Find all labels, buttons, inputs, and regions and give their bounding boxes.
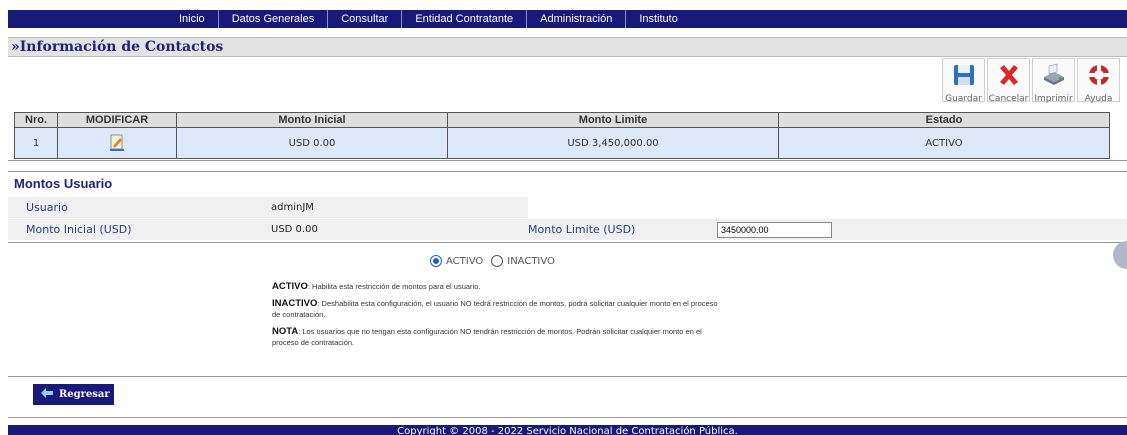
- col-header-estado: Estado: [778, 112, 1110, 128]
- cell-modificar: [57, 127, 177, 159]
- col-header-monto-inicial: Monto Inicial: [176, 112, 448, 128]
- cancel-icon: [996, 62, 1022, 91]
- nav-item-datos-generales[interactable]: Datos Generales: [219, 10, 329, 28]
- divider: [8, 160, 1127, 161]
- note-activo-title: ACTIVO: [272, 281, 308, 292]
- page-title: »Información de Contactos: [11, 39, 224, 55]
- radio-inactivo-label: INACTIVO: [507, 255, 555, 267]
- help-icon: [1086, 62, 1112, 91]
- divider: [8, 171, 1127, 172]
- save-icon: [951, 62, 977, 91]
- usuario-label: Usuario: [26, 201, 68, 214]
- cell-monto-limite: USD 3,450,000.00: [447, 127, 779, 159]
- table-row: 1 USD 0.00 USD 3,450,000.00 ACTIVO: [14, 127, 1110, 159]
- side-panel-handle[interactable]: [1113, 241, 1127, 269]
- divider: [8, 417, 1127, 418]
- footer-text: Copyright © 2008 - 2022 Servicio Naciona…: [397, 426, 738, 435]
- print-icon: [1041, 62, 1067, 91]
- radio-inactivo[interactable]: [491, 255, 504, 267]
- radio-activo-label: ACTIVO: [446, 255, 484, 267]
- usuario-value: adminJM: [271, 202, 314, 213]
- footer: Copyright © 2008 - 2022 Servicio Naciona…: [8, 425, 1127, 435]
- title-bar: »Información de Contactos: [8, 37, 1127, 57]
- usuario-row-bg: [8, 197, 528, 218]
- cancel-button[interactable]: Cancelar: [987, 58, 1030, 104]
- montos-table: Nro. MODIFICAR Monto Inicial Monto Limit…: [14, 112, 1110, 159]
- back-button-label: Regresar: [59, 389, 110, 400]
- edit-icon[interactable]: [109, 134, 125, 152]
- divider: [8, 242, 1127, 243]
- note-inactivo: INACTIVO: Deshabilita esta configuración…: [272, 298, 718, 320]
- top-navigation: Inicio Datos Generales Consultar Entidad…: [8, 10, 1127, 28]
- page-frame: Inicio Datos Generales Consultar Entidad…: [8, 0, 1127, 435]
- toolbar: Guardar Cancelar Imprimir Ayuda: [942, 58, 1120, 104]
- montos-row: Monto Inicial (USD) USD 0.00 Monto Limit…: [8, 219, 1127, 240]
- note-nota-text: : Los usuarios que no tengan esta config…: [272, 327, 702, 347]
- cell-nro: 1: [14, 127, 58, 159]
- radio-activo[interactable]: [430, 255, 442, 267]
- arrow-left-icon: [41, 388, 53, 401]
- note-nota-title: NOTA: [272, 326, 299, 337]
- monto-limite-label: Monto Limite (USD): [528, 223, 636, 236]
- nav-item-entidad-contratante[interactable]: Entidad Contratante: [402, 10, 528, 28]
- nav-item-inicio[interactable]: Inicio: [166, 10, 219, 28]
- note-activo: ACTIVO: Habilita esta restricción de mon…: [272, 281, 718, 292]
- cell-monto-inicial: USD 0.00: [176, 127, 448, 159]
- help-button[interactable]: Ayuda: [1077, 58, 1120, 104]
- monto-inicial-label: Monto Inicial (USD): [26, 223, 132, 236]
- cell-estado: ACTIVO: [778, 127, 1110, 159]
- back-button[interactable]: Regresar: [33, 384, 114, 405]
- usuario-row: Usuario adminJM: [8, 197, 1127, 218]
- save-button-label: Guardar: [945, 94, 982, 104]
- print-button-label: Imprimir: [1034, 94, 1073, 104]
- monto-inicial-value: USD 0.00: [271, 224, 318, 235]
- nav-item-consultar[interactable]: Consultar: [328, 10, 403, 28]
- section-title: Montos Usuario: [14, 176, 113, 191]
- notes-block: ACTIVO: Habilita esta restricción de mon…: [272, 281, 718, 354]
- estado-radio-group: ACTIVO INACTIVO: [430, 255, 555, 267]
- note-activo-text: : Habilita esta restricción de montos pa…: [307, 282, 481, 291]
- note-inactivo-text: : Deshabilita esta configuración, el usu…: [272, 299, 718, 319]
- table-header-row: Nro. MODIFICAR Monto Inicial Monto Limit…: [14, 112, 1110, 128]
- help-button-label: Ayuda: [1084, 94, 1113, 104]
- cancel-button-label: Cancelar: [988, 94, 1029, 104]
- nav-item-administracion[interactable]: Administración: [527, 10, 627, 28]
- save-button[interactable]: Guardar: [942, 58, 985, 104]
- print-button[interactable]: Imprimir: [1032, 58, 1075, 104]
- divider: [8, 376, 1127, 377]
- nav-item-instituto[interactable]: Instituto: [626, 10, 691, 28]
- col-header-modificar: MODIFICAR: [57, 112, 177, 128]
- col-header-nro: Nro.: [14, 112, 58, 128]
- note-nota: NOTA: Los usuarios que no tengan esta co…: [272, 326, 718, 348]
- col-header-monto-limite: Monto Limite: [447, 112, 779, 128]
- monto-limite-input[interactable]: [717, 222, 832, 238]
- note-inactivo-title: INACTIVO: [272, 298, 318, 309]
